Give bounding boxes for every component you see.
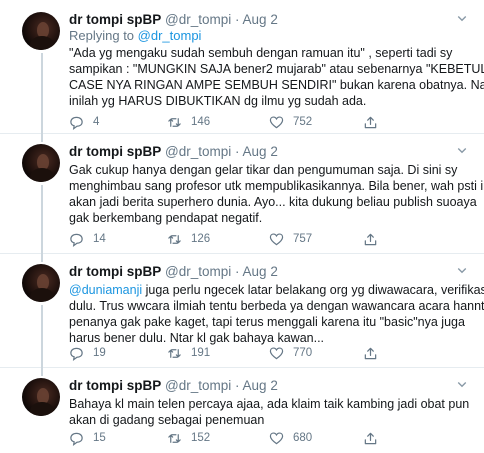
chevron-down-icon[interactable] [454, 144, 470, 160]
speech-bubble-icon [70, 116, 83, 130]
tweet-actions: 4 146 752 [69, 114, 377, 130]
tweet-4[interactable]: dr tompi spBP @dr_tompi · Aug 2 Bahaya k… [0, 368, 484, 453]
chevron-down-icon[interactable] [454, 12, 470, 28]
avatar[interactable] [22, 12, 60, 50]
tweet-actions: 15 152 680 [69, 430, 377, 446]
author-name[interactable]: dr tompi spBP [69, 264, 161, 279]
heart-icon [269, 431, 284, 444]
share-button[interactable] [363, 430, 378, 446]
author-handle[interactable]: @dr_tompi [165, 144, 231, 159]
tweet-3[interactable]: dr tompi spBP @dr_tompi · Aug 2 @duniama… [0, 254, 484, 368]
retweet-button[interactable]: 146 [167, 114, 210, 130]
reply-count: 15 [93, 432, 106, 444]
tweet-header: dr tompi spBP @dr_tompi · Aug 2 [69, 264, 278, 279]
speech-bubble-icon [70, 233, 83, 247]
reply-button[interactable]: 15 [69, 430, 106, 446]
tweet-text: Bahaya kl main telen percaya ajaa, ada k… [69, 397, 470, 427]
chevron-down-icon[interactable] [454, 264, 470, 280]
retweet-count: 191 [191, 347, 211, 359]
chevron-down-icon[interactable] [454, 378, 470, 394]
avatar[interactable] [22, 144, 60, 182]
author-handle[interactable]: @dr_tompi [165, 378, 231, 393]
tweet-date[interactable]: Aug 2 [243, 264, 278, 279]
reply-button[interactable]: 19 [69, 345, 106, 361]
tweet-actions: 19 191 770 [69, 345, 377, 361]
avatar[interactable] [22, 264, 60, 302]
retweet-button[interactable]: 191 [167, 345, 210, 361]
like-button[interactable]: 680 [269, 430, 312, 446]
tweet-text: Gak cukup hanya dengan gelar tikar dan p… [69, 163, 484, 225]
author-name[interactable]: dr tompi spBP [69, 378, 161, 393]
like-button[interactable]: 757 [269, 231, 312, 247]
share-upload-icon [364, 432, 377, 444]
like-count: 752 [293, 116, 313, 128]
retweet-arrows-icon [168, 234, 181, 244]
tweet-text: "Ada yg mengaku sudah sembuh dengan ramu… [69, 46, 484, 108]
retweet-arrows-icon [168, 117, 181, 127]
avatar[interactable] [22, 378, 60, 416]
like-button[interactable]: 770 [269, 345, 312, 361]
speech-bubble-icon [70, 347, 83, 361]
thread-line [41, 305, 43, 368]
tweet-header: dr tompi spBP @dr_tompi · Aug 2 [69, 12, 278, 27]
retweet-count: 126 [191, 233, 211, 245]
share-button[interactable] [363, 231, 378, 247]
tweet-1[interactable]: dr tompi spBP @dr_tompi · Aug 2 Replying… [0, 0, 484, 134]
reply-count: 19 [93, 347, 106, 359]
thread-line [41, 53, 43, 134]
tweet-date[interactable]: Aug 2 [243, 12, 278, 27]
tweet-header: dr tompi spBP @dr_tompi · Aug 2 [69, 144, 278, 159]
like-count: 757 [293, 233, 313, 245]
reply-count: 4 [93, 116, 100, 128]
speech-bubble-icon [70, 432, 83, 446]
thread-line [41, 254, 43, 262]
share-upload-icon [364, 116, 377, 128]
author-name[interactable]: dr tompi spBP [69, 12, 161, 27]
retweet-count: 152 [191, 432, 211, 444]
thread-line [41, 134, 43, 142]
retweet-arrows-icon [168, 348, 181, 358]
replying-to-mention[interactable]: @dr_tompi [138, 28, 202, 43]
reply-button[interactable]: 4 [69, 114, 99, 130]
author-handle[interactable]: @dr_tompi [165, 12, 231, 27]
thread-line [41, 368, 43, 376]
replying-to: Replying to @dr_tompi [69, 28, 202, 43]
heart-icon [269, 115, 284, 128]
retweet-button[interactable]: 152 [167, 430, 210, 446]
retweet-count: 146 [191, 116, 211, 128]
thread-line [41, 185, 43, 254]
author-name[interactable]: dr tompi spBP [69, 144, 161, 159]
share-upload-icon [364, 233, 377, 245]
mention-link[interactable]: @duniamanji [69, 283, 142, 297]
like-count: 770 [293, 347, 313, 359]
retweet-arrows-icon [168, 433, 181, 443]
tweet-actions: 14 126 757 [69, 231, 377, 247]
author-handle[interactable]: @dr_tompi [165, 264, 231, 279]
heart-icon [269, 232, 284, 245]
share-button[interactable] [363, 114, 378, 130]
tweet-date[interactable]: Aug 2 [243, 144, 278, 159]
reply-button[interactable]: 14 [69, 231, 106, 247]
like-count: 680 [293, 432, 313, 444]
retweet-button[interactable]: 126 [167, 231, 210, 247]
tweet-text: @duniamanji juga perlu ngecek latar bela… [69, 283, 484, 345]
share-button[interactable] [363, 345, 378, 361]
tweet-2[interactable]: dr tompi spBP @dr_tompi · Aug 2 Gak cuku… [0, 134, 484, 254]
tweet-header: dr tompi spBP @dr_tompi · Aug 2 [69, 378, 278, 393]
heart-icon [269, 346, 284, 359]
share-upload-icon [364, 347, 377, 359]
reply-count: 14 [93, 233, 106, 245]
like-button[interactable]: 752 [269, 114, 312, 130]
tweet-date[interactable]: Aug 2 [243, 378, 278, 393]
